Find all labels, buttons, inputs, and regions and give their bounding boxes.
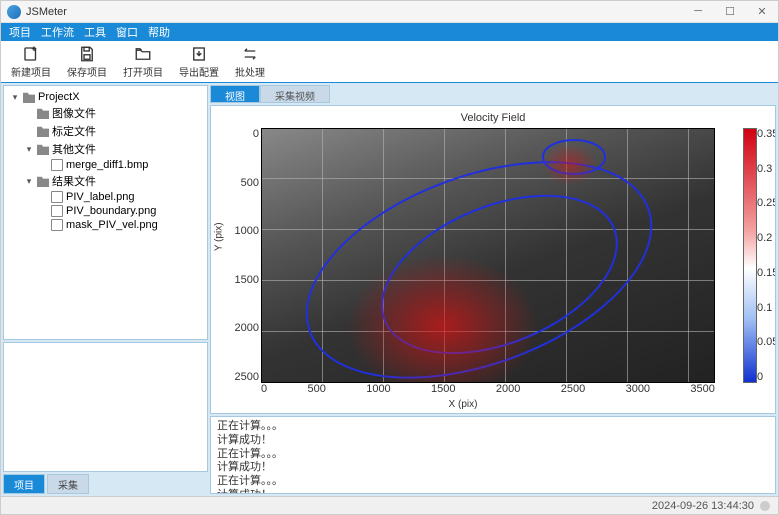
close-button[interactable]: ✕ [752,5,772,18]
tree-file[interactable]: mask_PIV_vel.png [6,218,205,232]
left-secondary-panel [3,342,208,472]
file-icon [51,159,63,171]
tree-folder[interactable]: 标定文件 [6,122,205,140]
status-bar: 2024-09-26 13:44:30 [1,496,778,514]
maximize-button[interactable]: ☐ [720,5,740,18]
tree-folder[interactable]: 图像文件 [6,104,205,122]
tree-file[interactable]: PIV_boundary.png [6,204,205,218]
app-logo-icon [7,5,21,19]
console-line: 正在计算。。。 [217,448,769,462]
x-ticks: 0500100015002000250030003500 [261,383,715,395]
export-icon [190,45,208,63]
project-tree[interactable]: ▾ProjectX 图像文件 标定文件 ▾其他文件 merge_diff1.bm… [3,85,208,340]
batch-icon [241,45,259,63]
folder-icon [37,125,49,137]
console-line: 计算成功！ [217,461,769,475]
toolbar-label: 导出配置 [179,64,219,79]
right-tabs: 视图 采集视频 [210,85,776,103]
console-line: 正在计算。。。 [217,475,769,489]
save-icon [78,45,96,63]
minimize-button[interactable]: ─ [688,5,708,18]
toolbar-label: 批处理 [235,64,265,79]
tree-file[interactable]: merge_diff1.bmp [6,158,205,172]
chart-title: Velocity Field [211,112,775,124]
contour-line [277,118,682,414]
folder-icon [37,175,49,187]
tree-root[interactable]: ▾ProjectX [6,90,205,104]
contour-line [542,139,605,174]
folder-icon [23,91,35,103]
tree-folder[interactable]: ▾其他文件 [6,140,205,158]
toolbar-label: 新建项目 [11,64,51,79]
chart-panel[interactable]: Velocity Field Y (pix) 05001000150020002… [210,105,776,414]
colorbar-ticks: 0.350.30.250.20.150.10.050 [757,128,773,383]
console-line: 计算成功！ [217,434,769,448]
menu-bar: 项目 工作流 工具 窗口 帮助 [1,23,778,41]
tab-capture[interactable]: 采集 [47,474,89,494]
menu-window[interactable]: 窗口 [112,24,142,40]
new-project-icon [22,45,40,63]
batch-process-button[interactable]: 批处理 [231,43,269,81]
window-title: JSMeter [26,6,688,18]
menu-help[interactable]: 帮助 [144,24,174,40]
tab-project[interactable]: 项目 [3,474,45,494]
new-project-button[interactable]: 新建项目 [7,43,55,81]
status-timestamp: 2024-09-26 13:44:30 [652,500,754,512]
open-project-button[interactable]: 打开项目 [119,43,167,81]
title-bar: JSMeter ─ ☐ ✕ [1,1,778,23]
menu-project[interactable]: 项目 [5,24,35,40]
open-icon [134,45,152,63]
file-icon [51,219,63,231]
file-icon [51,191,63,203]
tree-file[interactable]: PIV_label.png [6,190,205,204]
y-axis-label: Y (pix) [214,222,225,251]
console-output[interactable]: 正在计算。。。 计算成功！ 正在计算。。。 计算成功！ 正在计算。。。 计算成功… [210,416,776,494]
toolbar: 新建项目 保存项目 打开项目 导出配置 批处理 [1,41,778,83]
toolbar-label: 保存项目 [67,64,107,79]
colorbar [743,128,757,383]
tree-folder[interactable]: ▾结果文件 [6,172,205,190]
tab-capture-video[interactable]: 采集视频 [260,85,330,103]
tab-view[interactable]: 视图 [210,85,260,103]
left-bottom-tabs: 项目 采集 [3,474,208,494]
plot-area[interactable] [261,128,715,383]
toolbar-label: 打开项目 [123,64,163,79]
folder-icon [37,143,49,155]
file-icon [51,205,63,217]
export-config-button[interactable]: 导出配置 [175,43,223,81]
console-line: 计算成功！ [217,489,769,494]
status-indicator-icon [760,501,770,511]
save-project-button[interactable]: 保存项目 [63,43,111,81]
x-axis-label: X (pix) [211,399,715,410]
menu-tools[interactable]: 工具 [80,24,110,40]
menu-workflow[interactable]: 工作流 [37,24,78,40]
folder-icon [37,107,49,119]
y-ticks: 05001000150020002500 [233,128,259,383]
contour-line [358,163,641,385]
console-line: 正在计算。。。 [217,420,769,434]
